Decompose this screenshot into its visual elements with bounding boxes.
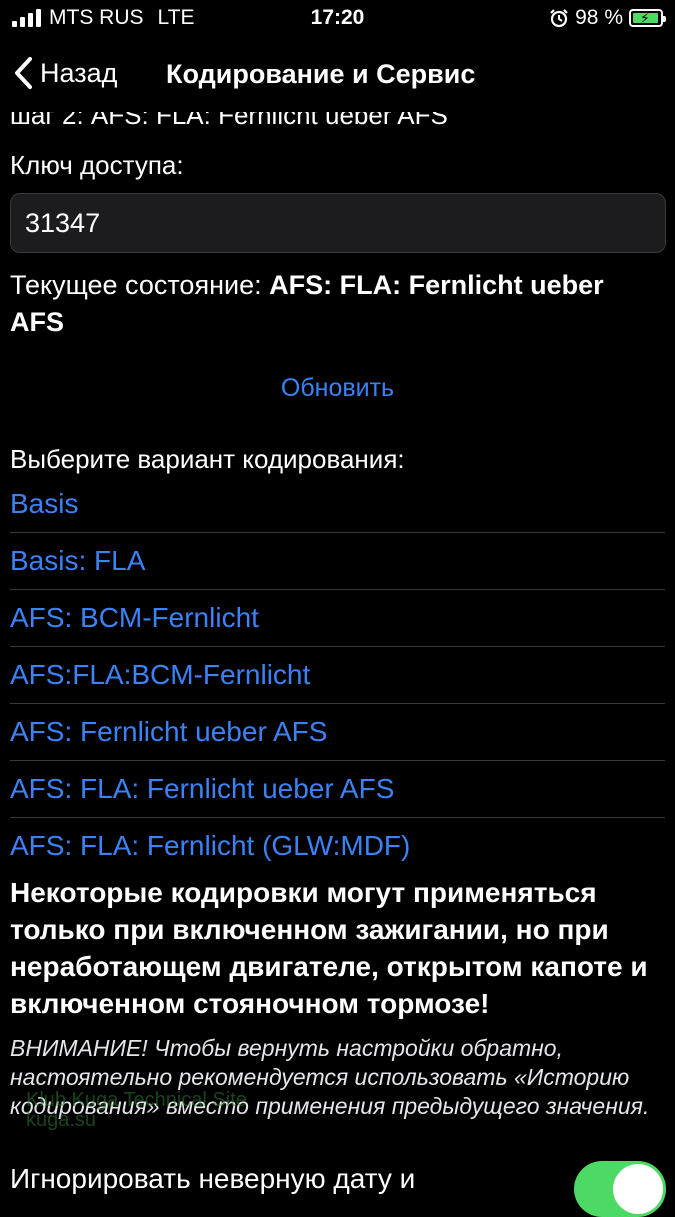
- status-bar: MTS RUS LTE 17:20 98 % ⚡: [0, 0, 675, 36]
- coding-option[interactable]: AFS:FLA:BCM-Fernlicht: [10, 647, 665, 704]
- chevron-left-icon: [15, 57, 32, 89]
- choose-coding-label: Выберите вариант кодирования:: [10, 444, 405, 474]
- coding-option[interactable]: AFS: FLA: Fernlicht ueber AFS: [10, 761, 665, 818]
- coding-option[interactable]: Basis: FLA: [10, 533, 665, 590]
- status-right: 98 % ⚡: [549, 6, 666, 30]
- toggle-knob: [613, 1164, 663, 1214]
- back-label: Назад: [40, 57, 118, 88]
- refresh-button[interactable]: Обновить: [0, 374, 675, 403]
- coding-option[interactable]: AFS: FLA: Fernlicht (GLW:MDF): [10, 818, 665, 875]
- access-key-input[interactable]: [10, 193, 666, 253]
- current-state-label: Текущее состояние:: [10, 270, 262, 300]
- navigation-bar: Назад Кодирование и Сервис: [0, 40, 675, 112]
- charging-bolt-icon: ⚡: [640, 10, 650, 26]
- ignition-warning: Некоторые кодировки могут применяться то…: [10, 877, 648, 1019]
- coding-options-list: Basis Basis: FLA AFS: BCM-Fernlicht AFS:…: [10, 476, 665, 875]
- ignore-date-label: Игнорировать неверную дату и: [10, 1163, 416, 1194]
- battery-icon: ⚡: [629, 9, 666, 27]
- alarm-icon: [550, 9, 568, 28]
- back-button[interactable]: Назад: [12, 56, 117, 90]
- access-key-label: Ключ доступа:: [10, 150, 184, 180]
- coding-option[interactable]: Basis: [10, 476, 665, 533]
- battery-percent: 98 %: [575, 6, 623, 29]
- coding-option[interactable]: AFS: Fernlicht ueber AFS: [10, 704, 665, 761]
- coding-option[interactable]: AFS: BCM-Fernlicht: [10, 590, 665, 647]
- watermark: Klub Kuga Technical Site kuga.su: [26, 1089, 247, 1131]
- page-title: Кодирование и Сервис: [166, 59, 476, 89]
- current-state: Текущее состояние: AFS: FLA: Fernlicht u…: [10, 267, 650, 341]
- ignore-date-toggle[interactable]: [574, 1161, 666, 1217]
